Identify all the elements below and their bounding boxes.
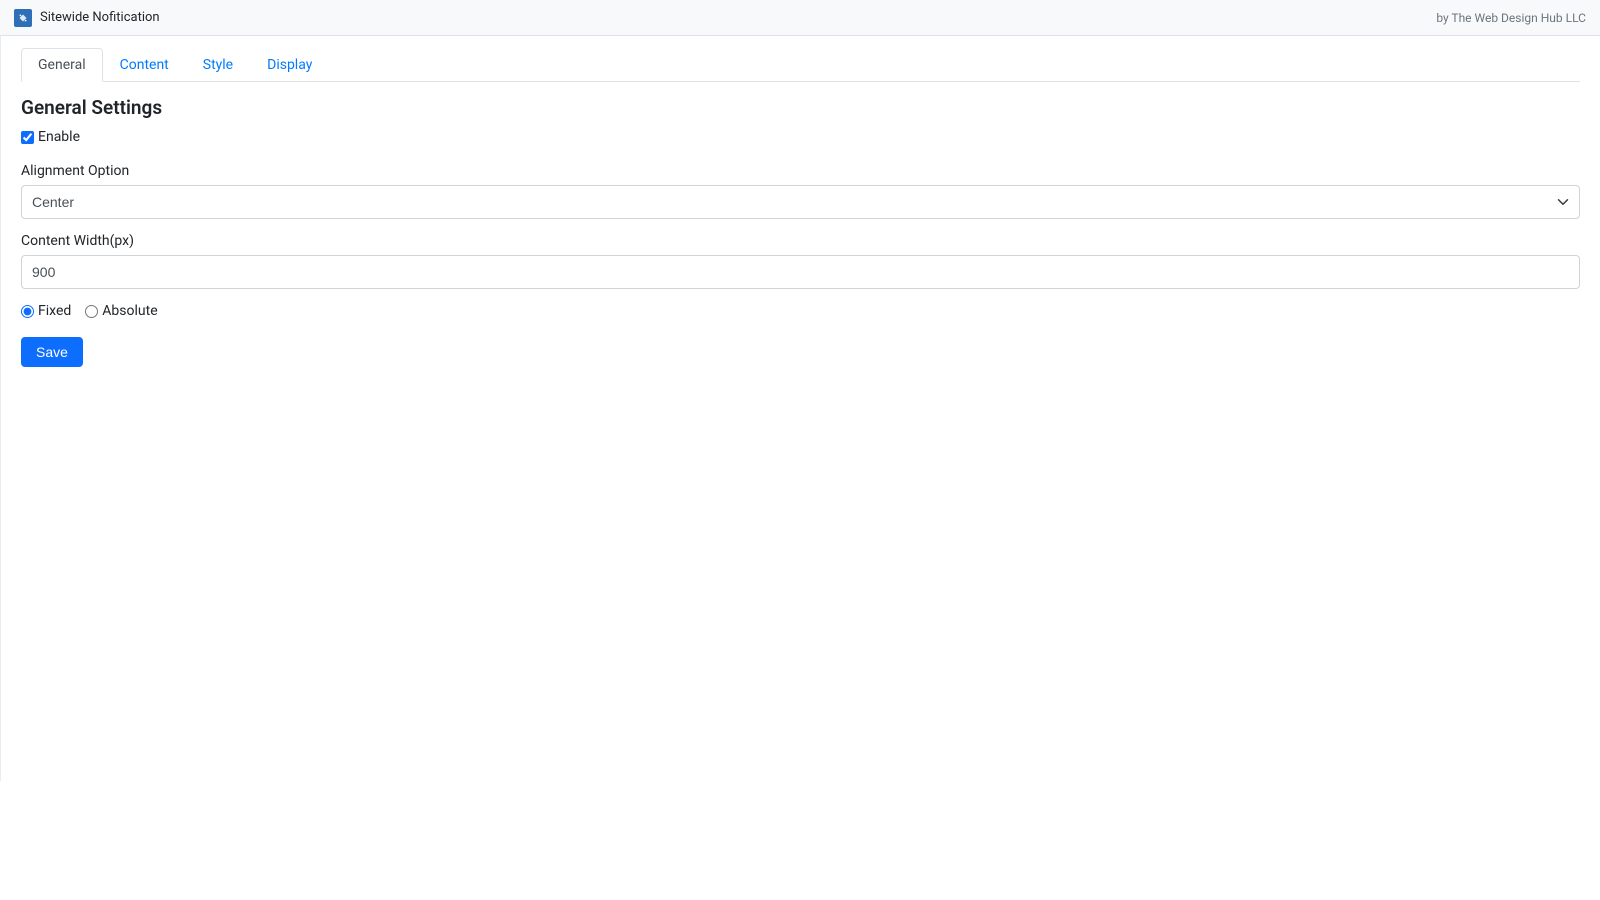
tabs: General Content Style Display xyxy=(21,48,1580,82)
content-width-group: Content Width(px) xyxy=(21,233,1580,289)
app-logo-icon xyxy=(14,9,32,27)
tab-style[interactable]: Style xyxy=(186,48,250,82)
topbar-left: Sitewide Nofitication xyxy=(14,9,160,27)
save-button[interactable]: Save xyxy=(21,337,83,367)
topbar: Sitewide Nofitication by The Web Design … xyxy=(0,0,1600,36)
page-heading: General Settings xyxy=(21,96,1580,119)
alignment-group: Alignment Option Center xyxy=(21,163,1580,219)
position-absolute-radio[interactable] xyxy=(85,305,98,318)
alignment-select[interactable]: Center xyxy=(21,185,1580,219)
position-fixed-label: Fixed xyxy=(38,303,71,319)
tab-display[interactable]: Display xyxy=(250,48,329,82)
tab-content[interactable]: Content xyxy=(103,48,186,82)
enable-row: Enable xyxy=(21,129,1580,145)
enable-label: Enable xyxy=(38,129,80,145)
position-absolute-item: Absolute xyxy=(85,303,157,319)
position-row: Fixed Absolute xyxy=(21,303,1580,319)
topbar-byline: by The Web Design Hub LLC xyxy=(1436,11,1586,25)
tab-general[interactable]: General xyxy=(21,48,103,82)
app-title: Sitewide Nofitication xyxy=(40,10,160,25)
alignment-label: Alignment Option xyxy=(21,163,1580,179)
enable-checkbox[interactable] xyxy=(21,131,34,144)
position-fixed-item: Fixed xyxy=(21,303,71,319)
position-absolute-label: Absolute xyxy=(102,303,157,319)
position-fixed-radio[interactable] xyxy=(21,305,34,318)
content-width-label: Content Width(px) xyxy=(21,233,1580,249)
content-width-input[interactable] xyxy=(21,255,1580,289)
